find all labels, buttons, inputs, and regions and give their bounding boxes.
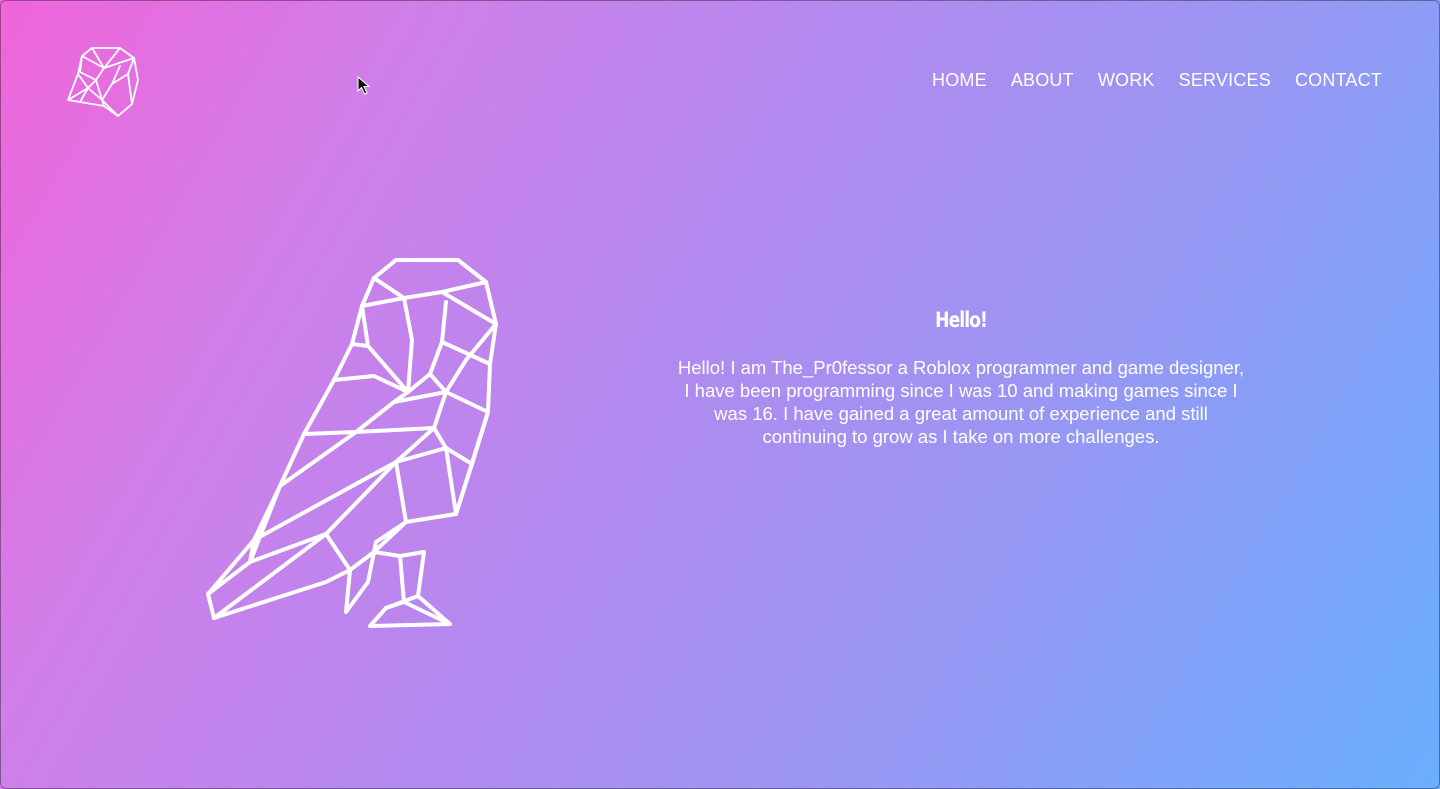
- intro-section: Hello! Hello! I am The_Pr0fessor a Roblo…: [676, 308, 1246, 448]
- geometric-owl-icon: [196, 252, 506, 634]
- nav-services[interactable]: SERVICES: [1179, 68, 1271, 92]
- mouse-cursor-icon: [357, 76, 371, 95]
- owl-logo-icon[interactable]: [64, 44, 144, 120]
- page: HOME ABOUT WORK SERVICES CONTACT Hello! …: [0, 0, 1440, 789]
- nav-contact[interactable]: CONTACT: [1295, 68, 1382, 92]
- nav-work[interactable]: WORK: [1098, 68, 1155, 92]
- intro-text: Hello! I am The_Pr0fessor a Roblox progr…: [677, 357, 1245, 447]
- main-nav: HOME ABOUT WORK SERVICES CONTACT: [932, 68, 1382, 92]
- nav-about[interactable]: ABOUT: [1011, 68, 1074, 92]
- nav-home[interactable]: HOME: [932, 68, 987, 92]
- intro-heading: Hello!: [935, 308, 988, 332]
